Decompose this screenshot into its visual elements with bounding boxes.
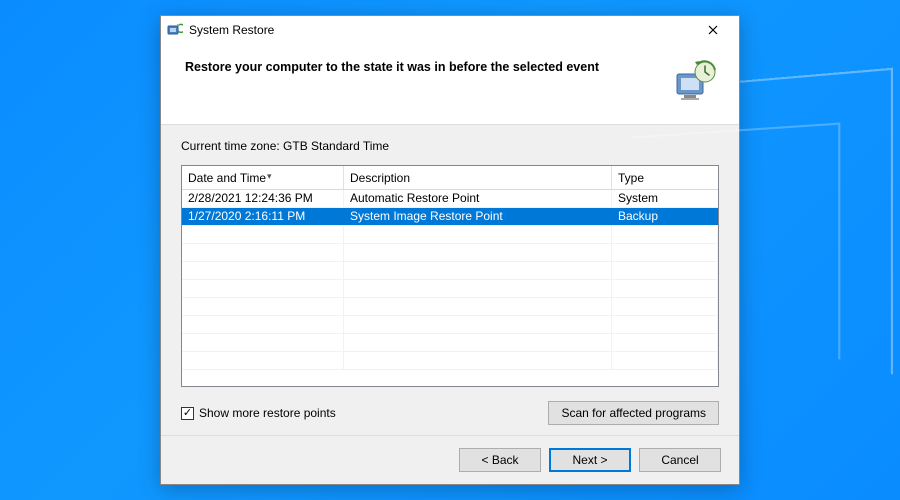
table-row[interactable] (182, 262, 718, 280)
scan-affected-button[interactable]: Scan for affected programs (548, 401, 719, 425)
sort-descending-icon: ▾ (267, 171, 272, 182)
table-row[interactable] (182, 352, 718, 370)
restore-points-list: Date and Time ▾ Description Type 2/28/20… (181, 165, 719, 387)
dialog-header: Restore your computer to the state it wa… (161, 44, 739, 125)
show-more-checkbox[interactable]: ✓ Show more restore points (181, 406, 336, 420)
system-restore-icon (167, 22, 183, 38)
table-row[interactable] (182, 334, 718, 352)
list-header: Date and Time ▾ Description Type (182, 166, 718, 190)
system-restore-dialog: System Restore Restore your computer to … (160, 15, 740, 485)
show-more-label: Show more restore points (199, 406, 336, 420)
column-header-date[interactable]: Date and Time ▾ (182, 166, 344, 189)
table-row[interactable]: 1/27/2020 2:16:11 PM System Image Restor… (182, 208, 718, 226)
table-row[interactable] (182, 298, 718, 316)
window-title: System Restore (189, 23, 693, 37)
below-list-bar: ✓ Show more restore points Scan for affe… (181, 401, 719, 425)
desktop-background: System Restore Restore your computer to … (0, 0, 900, 500)
checkbox-icon: ✓ (181, 407, 194, 420)
table-row[interactable]: 2/28/2021 12:24:36 PM Automatic Restore … (182, 190, 718, 208)
column-header-description[interactable]: Description (344, 166, 612, 189)
back-button[interactable]: < Back (459, 448, 541, 472)
table-row[interactable] (182, 280, 718, 298)
table-row[interactable] (182, 244, 718, 262)
titlebar: System Restore (161, 16, 739, 44)
cancel-button[interactable]: Cancel (639, 448, 721, 472)
table-row[interactable] (182, 316, 718, 334)
column-header-type[interactable]: Type (612, 166, 718, 189)
close-button[interactable] (693, 18, 733, 42)
dialog-content: Current time zone: GTB Standard Time Dat… (161, 125, 739, 435)
table-row[interactable] (182, 226, 718, 244)
list-body[interactable]: 2/28/2021 12:24:36 PM Automatic Restore … (182, 190, 718, 386)
dialog-heading: Restore your computer to the state it wa… (185, 58, 651, 74)
timezone-label: Current time zone: GTB Standard Time (181, 139, 719, 153)
restore-hero-icon (671, 58, 719, 106)
wizard-footer: < Back Next > Cancel (161, 435, 739, 484)
next-button[interactable]: Next > (549, 448, 631, 472)
